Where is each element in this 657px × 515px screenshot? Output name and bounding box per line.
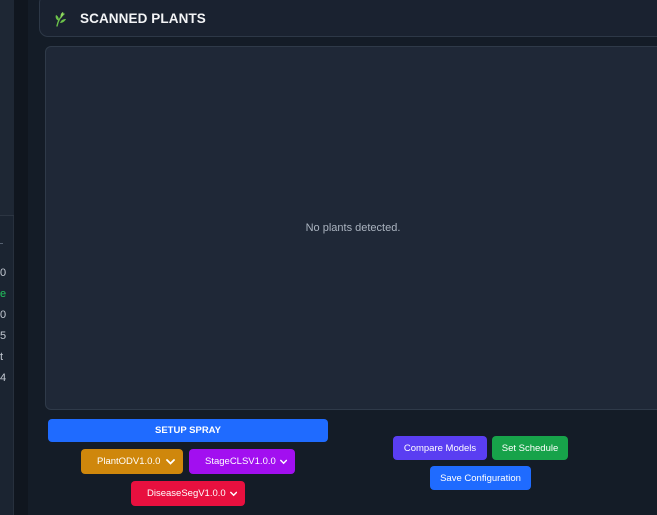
chevron-down-icon (166, 458, 175, 465)
setup-spray-button[interactable]: SETUP SPRAY (48, 419, 328, 442)
set-schedule-button[interactable]: Set Schedule (492, 436, 568, 460)
sidebar-stat-value: t (0, 351, 4, 363)
chevron-down-icon (229, 491, 237, 496)
stage-cls-model-select[interactable]: StageCLSV1.0.0 (189, 449, 295, 474)
plant-od-model-select[interactable]: PlantODV1.0.0 (81, 449, 183, 474)
sidebar-stat-value: 4 (0, 372, 7, 384)
sidebar-stat-value: 5 (0, 330, 7, 342)
leaf-icon (55, 11, 66, 27)
compare-models-button[interactable]: Compare Models (393, 436, 487, 460)
sidebar-divider (0, 243, 3, 244)
sidebar-panel: 0 e 0 5 t 4 (0, 0, 14, 515)
scanned-plants-panel: SCANNED PLANTS No plants detected. SETUP… (28, 0, 657, 515)
page-title: SCANNED PLANTS (80, 11, 206, 26)
sidebar-stat-value: 0 (0, 309, 7, 321)
page: 0 e 0 5 t 4 SCANNED PLANTS No plants det… (0, 0, 657, 515)
chevron-down-icon (279, 459, 287, 464)
plant-od-model-label: PlantODV1.0.0 (97, 456, 161, 467)
save-configuration-button[interactable]: Save Configuration (430, 466, 531, 490)
layout-gutter (14, 0, 28, 515)
plants-list: No plants detected. (45, 46, 657, 410)
sidebar-stat-status: e (0, 288, 7, 300)
sidebar-upper-section (0, 0, 14, 216)
empty-state-message: No plants detected. (305, 222, 401, 234)
sidebar-stat-value: 0 (0, 267, 7, 279)
disease-seg-model-select[interactable]: DiseaseSegV1.0.0 (131, 481, 245, 506)
stage-cls-model-label: StageCLSV1.0.0 (205, 456, 276, 467)
disease-seg-model-label: DiseaseSegV1.0.0 (147, 488, 226, 499)
panel-header: SCANNED PLANTS (39, 0, 657, 37)
